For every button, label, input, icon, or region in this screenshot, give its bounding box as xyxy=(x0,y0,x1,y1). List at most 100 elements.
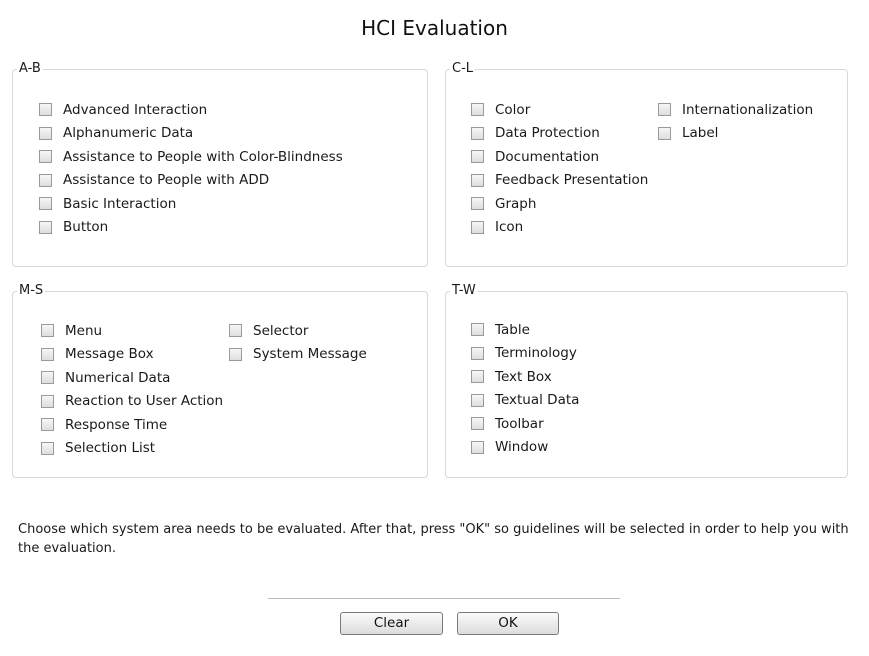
instructions-text: Choose which system area needs to be eva… xyxy=(18,522,849,556)
checkbox-box[interactable] xyxy=(471,440,484,454)
checkbox-label: Label xyxy=(682,125,719,142)
group-legend: T-W xyxy=(450,283,478,299)
checkbox-response-time[interactable]: Response Time xyxy=(41,413,223,437)
group-legend: A-B xyxy=(17,61,43,77)
checkbox-label: Text Box xyxy=(495,368,552,385)
checkbox-label: Data Protection xyxy=(495,125,600,142)
checkbox-box[interactable] xyxy=(39,173,52,187)
checkbox-basic-interaction[interactable]: Basic Interaction xyxy=(39,192,343,216)
checkbox-label: Table xyxy=(495,321,530,338)
checkbox-label: Documentation xyxy=(495,148,600,165)
checkbox-box[interactable] xyxy=(658,103,671,117)
divider xyxy=(268,598,620,599)
checkbox-box[interactable] xyxy=(471,126,484,140)
checkbox-label: Message Box xyxy=(65,346,154,363)
checkbox-label: Basic Interaction xyxy=(63,195,177,212)
group-m-s: M-S Menu Message Box Numerical Data Reac… xyxy=(12,283,428,478)
checkbox-box[interactable] xyxy=(39,103,52,117)
checkbox-selector[interactable]: Selector xyxy=(229,319,367,343)
checkbox-label: Button xyxy=(63,219,109,236)
group-legend: C-L xyxy=(450,61,476,77)
checkbox-internationalization[interactable]: Internationalization xyxy=(658,98,813,122)
clear-button[interactable]: Clear xyxy=(340,612,443,635)
checkbox-label: Assistance to People with ADD xyxy=(63,172,270,189)
checkbox-label: Internationalization xyxy=(682,101,814,118)
checkbox-label-item[interactable]: Label xyxy=(658,122,813,146)
checkbox-graph[interactable]: Graph xyxy=(471,192,648,216)
checkbox-label: Menu xyxy=(65,322,103,339)
checkbox-box[interactable] xyxy=(471,417,484,431)
checkbox-box[interactable] xyxy=(39,150,52,164)
checkbox-label: Color xyxy=(495,101,531,118)
checkbox-documentation[interactable]: Documentation xyxy=(471,145,648,169)
checkbox-label: Advanced Interaction xyxy=(63,101,208,118)
checkbox-box[interactable] xyxy=(471,393,484,407)
checkbox-window[interactable]: Window xyxy=(471,436,579,460)
checkbox-label: Feedback Presentation xyxy=(495,172,649,189)
group-legend: M-S xyxy=(17,283,46,299)
checkbox-label: Alphanumeric Data xyxy=(63,125,194,142)
checkbox-icon[interactable]: Icon xyxy=(471,216,648,240)
checkbox-button[interactable]: Button xyxy=(39,216,343,240)
checkbox-terminology[interactable]: Terminology xyxy=(471,342,579,366)
ok-button[interactable]: OK xyxy=(457,612,559,635)
checkbox-box[interactable] xyxy=(229,324,242,338)
checkbox-system-message[interactable]: System Message xyxy=(229,343,367,367)
checkbox-box[interactable] xyxy=(471,220,484,234)
checkbox-label: Window xyxy=(495,439,549,456)
checkbox-table[interactable]: Table xyxy=(471,318,579,342)
checkbox-box[interactable] xyxy=(41,347,54,361)
checkbox-box[interactable] xyxy=(471,370,484,384)
checkbox-box[interactable] xyxy=(41,371,54,385)
checkbox-label: Graph xyxy=(495,195,537,212)
checkbox-column: Menu Message Box Numerical Data Reaction… xyxy=(41,319,223,460)
checkbox-label: System Message xyxy=(253,346,367,363)
checkbox-selection-list[interactable]: Selection List xyxy=(41,437,223,461)
checkbox-label: Response Time xyxy=(65,416,168,433)
checkbox-box[interactable] xyxy=(471,103,484,117)
checkbox-column: Selector System Message xyxy=(229,319,367,366)
page-title: HCI Evaluation xyxy=(361,16,508,40)
group-t-w: T-W Table Terminology Text Box Textual D… xyxy=(445,283,848,478)
checkbox-box[interactable] xyxy=(471,150,484,164)
checkbox-label: Textual Data xyxy=(495,392,580,409)
checkbox-reaction-to-user-action[interactable]: Reaction to User Action xyxy=(41,390,223,414)
checkbox-textual-data[interactable]: Textual Data xyxy=(471,389,579,413)
group-c-l: C-L Color Data Protection Documentation … xyxy=(445,61,848,267)
checkbox-advanced-interaction[interactable]: Advanced Interaction xyxy=(39,98,343,122)
checkbox-box[interactable] xyxy=(39,126,52,140)
checkbox-data-protection[interactable]: Data Protection xyxy=(471,122,648,146)
checkbox-box[interactable] xyxy=(41,418,54,432)
checkbox-numerical-data[interactable]: Numerical Data xyxy=(41,366,223,390)
checkbox-color[interactable]: Color xyxy=(471,98,648,122)
checkbox-color-blindness[interactable]: Assistance to People with Color-Blindnes… xyxy=(39,145,343,169)
checkbox-box[interactable] xyxy=(39,220,52,234)
checkbox-label: Assistance to People with Color-Blindnes… xyxy=(63,148,343,165)
checkbox-label: Selection List xyxy=(65,440,156,457)
checkbox-column: Color Data Protection Documentation Feed… xyxy=(471,98,648,239)
group-a-b: A-B Advanced Interaction Alphanumeric Da… xyxy=(12,61,428,267)
checkbox-column: Advanced Interaction Alphanumeric Data A… xyxy=(39,98,343,239)
checkbox-label: Icon xyxy=(495,219,524,236)
checkbox-label: Numerical Data xyxy=(65,369,171,386)
checkbox-alphanumeric-data[interactable]: Alphanumeric Data xyxy=(39,122,343,146)
checkbox-label: Toolbar xyxy=(495,415,544,432)
checkbox-box[interactable] xyxy=(658,126,671,140)
checkbox-box[interactable] xyxy=(471,346,484,360)
checkbox-column: Internationalization Label xyxy=(658,98,813,145)
checkbox-add[interactable]: Assistance to People with ADD xyxy=(39,169,343,193)
checkbox-box[interactable] xyxy=(471,173,484,187)
checkbox-box[interactable] xyxy=(471,323,484,337)
checkbox-box[interactable] xyxy=(471,197,484,211)
checkbox-menu[interactable]: Menu xyxy=(41,319,223,343)
checkbox-box[interactable] xyxy=(39,197,52,211)
checkbox-feedback-presentation[interactable]: Feedback Presentation xyxy=(471,169,648,193)
checkbox-message-box[interactable]: Message Box xyxy=(41,343,223,367)
checkbox-box[interactable] xyxy=(41,324,54,338)
checkbox-box[interactable] xyxy=(41,441,54,455)
checkbox-text-box[interactable]: Text Box xyxy=(471,365,579,389)
checkbox-label: Terminology xyxy=(495,345,577,362)
checkbox-box[interactable] xyxy=(41,394,54,408)
checkbox-toolbar[interactable]: Toolbar xyxy=(471,412,579,436)
checkbox-box[interactable] xyxy=(229,347,242,361)
